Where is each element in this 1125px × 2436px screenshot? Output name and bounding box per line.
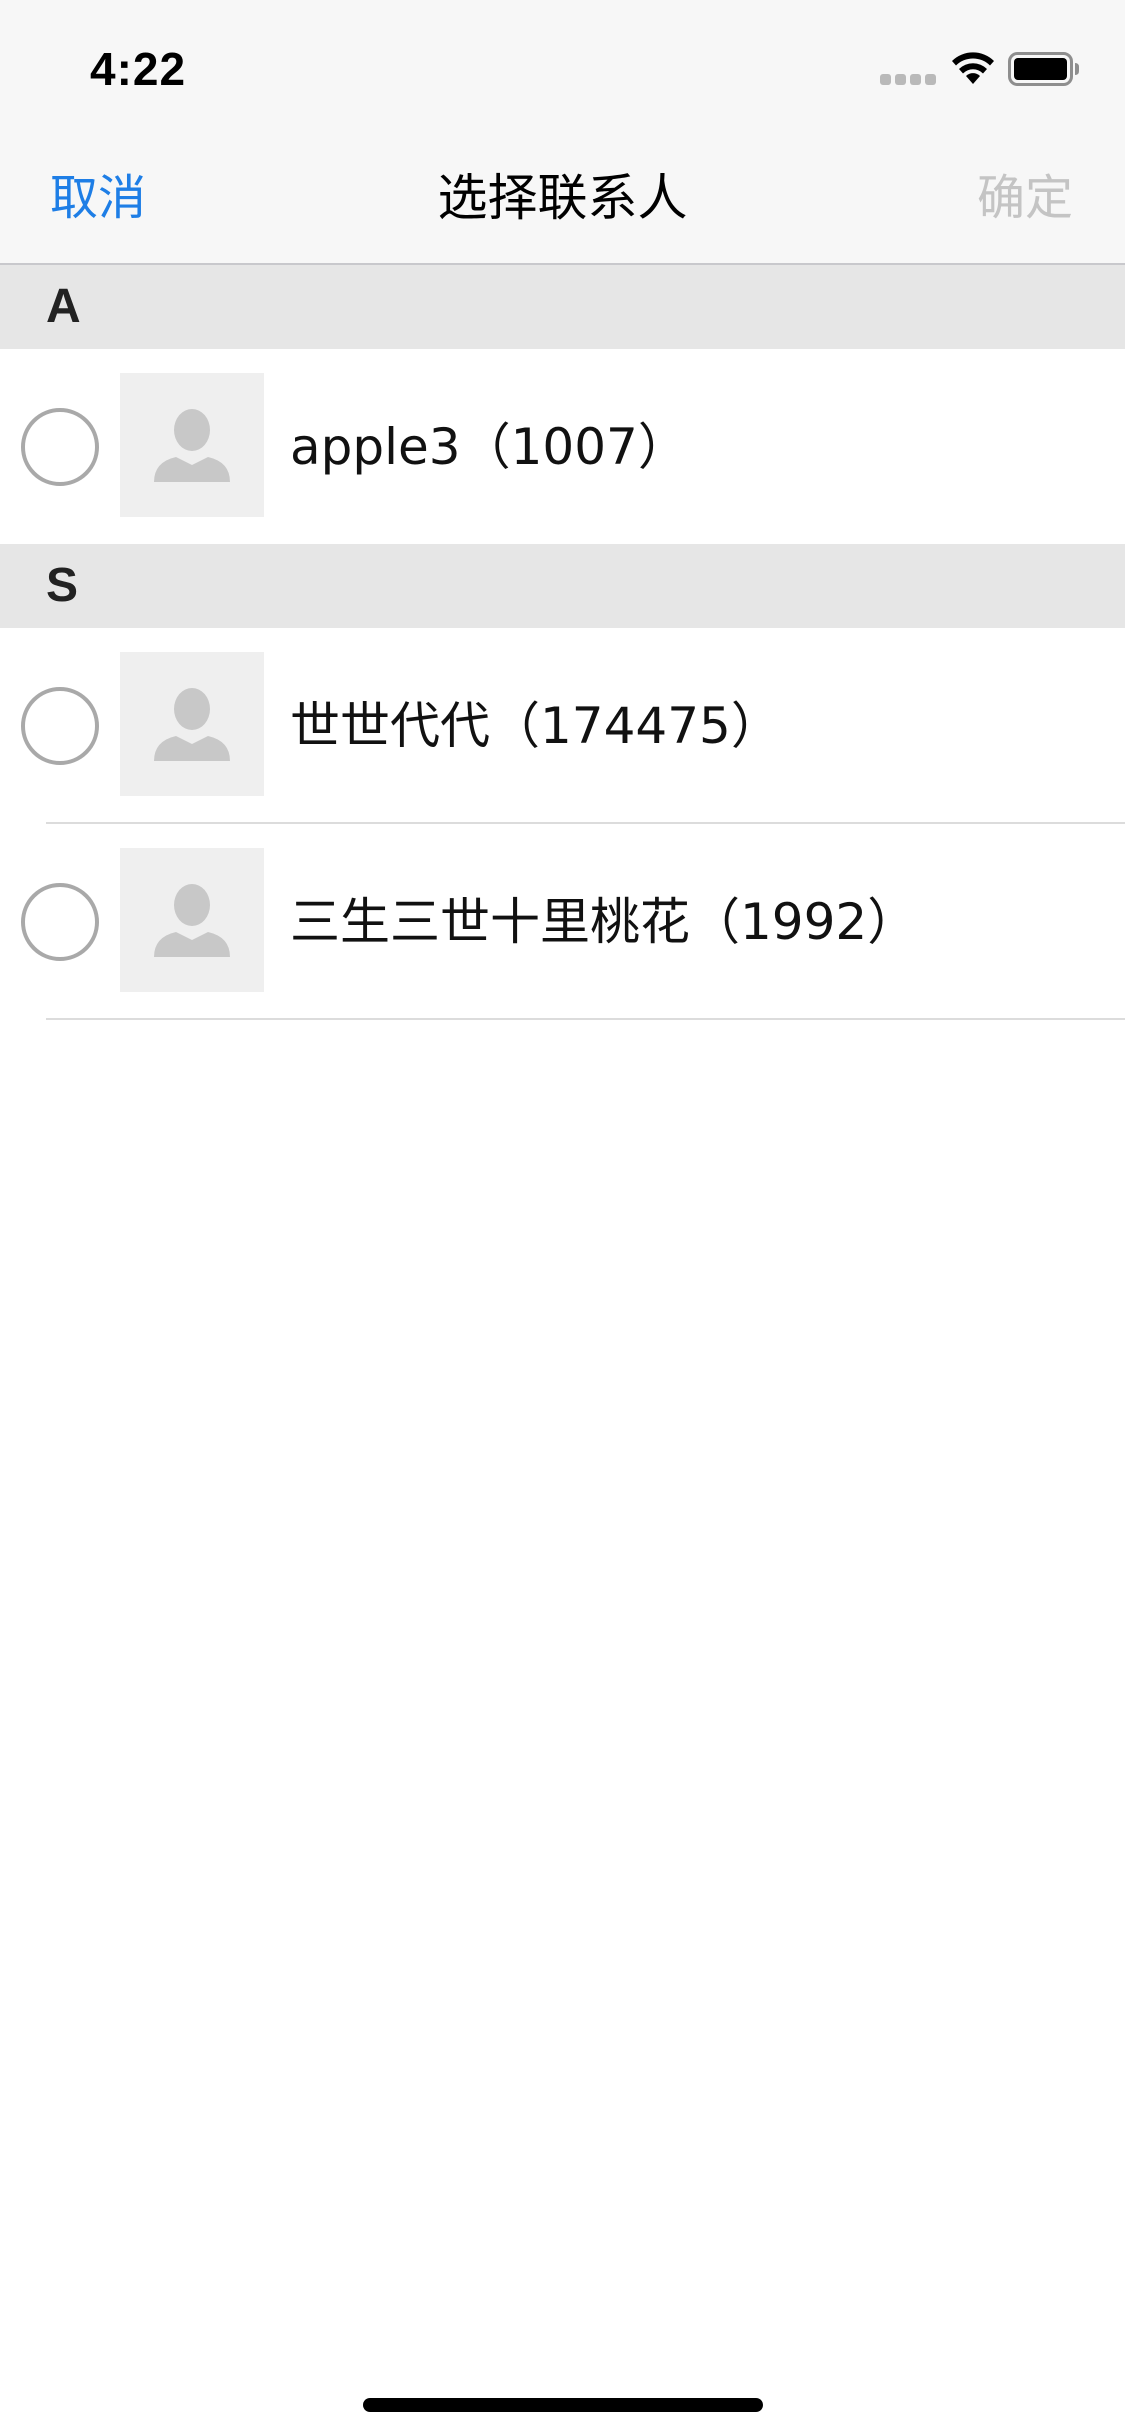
cancel-button[interactable]: 取消 <box>50 166 146 230</box>
confirm-button[interactable]: 确定 <box>977 166 1073 230</box>
navigation-bar: 选择联系人 取消 确定 <box>0 132 1125 265</box>
contact-row[interactable]: 三生三世十里桃花（1992） <box>0 824 1125 1020</box>
screen: 4:22 选择联系人 取消 确定 A apple3（1007） S 世世代代（1… <box>0 0 1125 2436</box>
section-letter: S <box>46 559 79 612</box>
row-divider <box>46 1018 1125 1020</box>
page-title: 选择联系人 <box>437 169 688 227</box>
status-bar: 4:22 <box>0 0 1125 132</box>
avatar <box>120 848 264 992</box>
avatar <box>120 373 264 517</box>
contact-name: 世世代代（174475） <box>290 697 781 755</box>
wifi-icon <box>952 52 994 84</box>
section-header-a: A <box>0 265 1125 349</box>
section-header-s: S <box>0 544 1125 628</box>
battery-icon <box>1008 52 1079 86</box>
section-letter: A <box>46 280 81 333</box>
select-circle-icon[interactable] <box>21 883 99 961</box>
person-placeholder-icon <box>154 884 230 957</box>
home-indicator[interactable] <box>363 2398 763 2412</box>
contact-name: 三生三世十里桃花（1992） <box>290 893 918 951</box>
cellular-signal-icon <box>880 74 936 86</box>
person-placeholder-icon <box>154 409 230 482</box>
contact-name: apple3（1007） <box>290 418 688 476</box>
contact-row[interactable]: 世世代代（174475） <box>0 628 1125 824</box>
contact-row[interactable]: apple3（1007） <box>0 349 1125 545</box>
person-placeholder-icon <box>154 688 230 761</box>
select-circle-icon[interactable] <box>21 408 99 486</box>
status-time: 4:22 <box>90 43 187 95</box>
select-circle-icon[interactable] <box>21 687 99 765</box>
avatar <box>120 652 264 796</box>
